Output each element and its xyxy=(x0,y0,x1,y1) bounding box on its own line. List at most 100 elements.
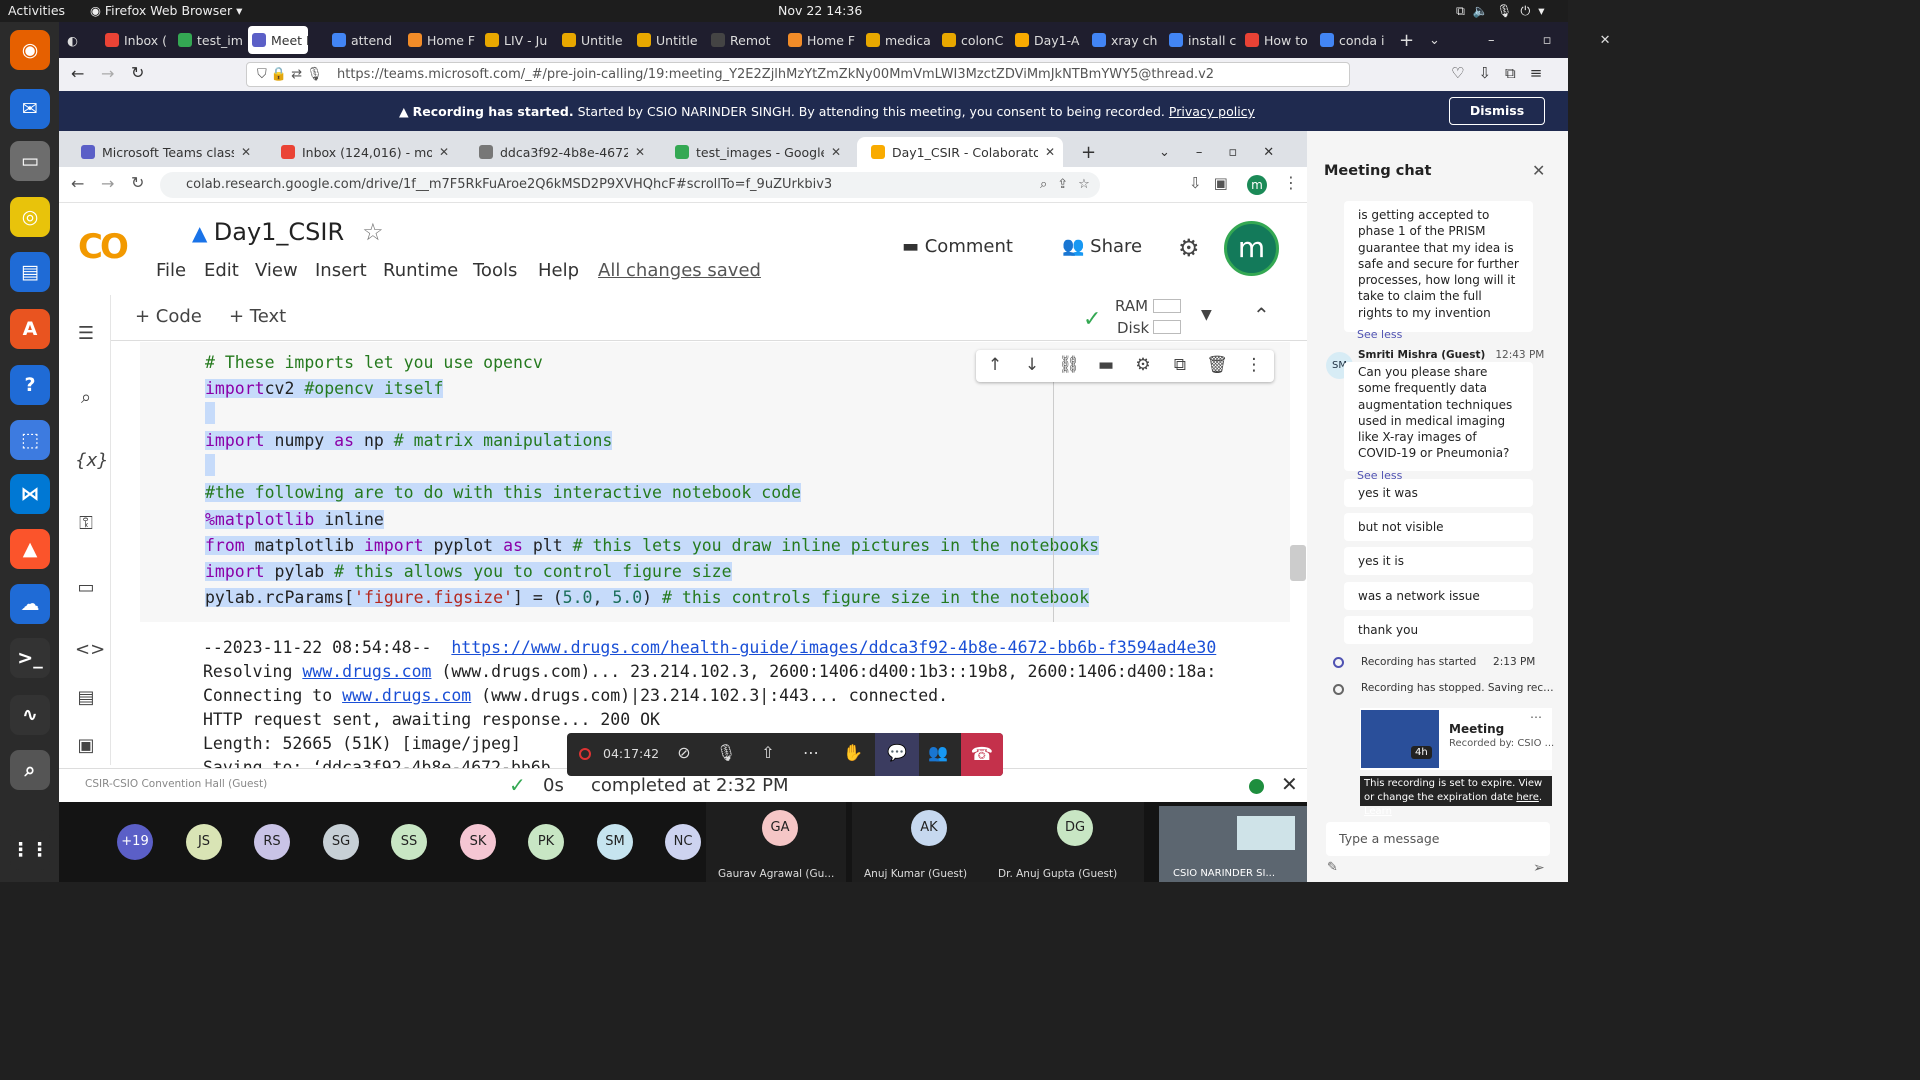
terminal-icon[interactable]: ▣ xyxy=(75,735,97,757)
star-icon[interactable]: ☆ xyxy=(362,218,384,246)
window-controls[interactable]: ⌄ – ▫ ✕ xyxy=(1429,28,1633,52)
app-center-icon[interactable]: A xyxy=(10,309,50,349)
menu-insert[interactable]: Insert xyxy=(315,260,367,281)
command-palette-icon[interactable]: ▤ xyxy=(75,687,97,709)
firefox-icon[interactable]: ◉ xyxy=(10,30,50,70)
participant-tile[interactable]: DG Dr. Anuj Gupta (Guest) xyxy=(998,802,1144,882)
close-tab-icon[interactable]: ✕ xyxy=(439,145,449,159)
chrome-tab[interactable]: test_images - Google Drive ✕ xyxy=(661,137,849,167)
output-link[interactable]: www.drugs.com xyxy=(302,662,431,681)
raise-hand-icon[interactable]: ✋ xyxy=(842,743,864,765)
chrome-tab[interactable]: Microsoft Teams classic ✕ xyxy=(67,137,259,167)
new-tab-icon[interactable]: + xyxy=(1067,137,1096,167)
more-actions-icon[interactable]: ⋯ xyxy=(800,743,822,765)
terminal-icon[interactable]: >_ xyxy=(10,638,50,678)
chrome-tab[interactable]: Day1_CSIR - Colaboratory ✕ xyxy=(857,137,1063,167)
menu-view[interactable]: View xyxy=(255,260,298,281)
mirror-cell-icon[interactable]: ⧉ xyxy=(1169,355,1191,377)
output-link[interactable]: www.drugs.com xyxy=(342,686,471,705)
firefox-tab[interactable]: attend xyxy=(332,28,402,52)
chrome-tab[interactable]: Inbox (124,016) - mohit111¨ ✕ xyxy=(267,137,457,167)
rhythmbox-icon[interactable]: ◎ xyxy=(10,197,50,237)
more-icon[interactable]: ⋯ xyxy=(1530,710,1542,724)
monitor-icon[interactable]: ∿ xyxy=(10,695,50,735)
move-down-icon[interactable]: ↓ xyxy=(1021,355,1043,377)
firefox-tab[interactable]: Untitle xyxy=(637,28,707,52)
close-chat-icon[interactable]: ✕ xyxy=(1532,161,1545,180)
firefox-tab[interactable]: xray ch xyxy=(1092,28,1162,52)
clock[interactable]: Nov 22 14:36 xyxy=(778,3,862,18)
participant-avatar[interactable]: SG xyxy=(323,824,359,860)
gear-icon[interactable]: ⚙ xyxy=(1178,234,1200,262)
reload-icon[interactable]: ↻ xyxy=(131,173,144,192)
colab-logo[interactable]: CO xyxy=(78,227,129,267)
comment-button[interactable]: ▬ Comment xyxy=(902,236,1013,257)
profile-avatar[interactable]: m xyxy=(1247,175,1267,195)
message-input[interactable]: Type a message xyxy=(1326,822,1550,856)
folder-icon[interactable]: ▭ xyxy=(75,577,97,599)
add-text-button[interactable]: + Text xyxy=(229,306,286,327)
menu-runtime[interactable]: Runtime xyxy=(383,260,458,281)
chrome-url-bar[interactable]: colab.research.google.com/drive/1f__m7F5… xyxy=(160,172,1100,198)
collapse-icon[interactable]: ⌃ xyxy=(1253,303,1270,327)
search-icon[interactable]: ⌕ xyxy=(75,387,97,409)
menu-file[interactable]: File xyxy=(156,260,186,281)
screenshot-icon[interactable]: ⬚ xyxy=(10,420,50,460)
scrollbar-thumb[interactable] xyxy=(1290,545,1306,581)
participant-avatar[interactable]: PK xyxy=(528,824,564,860)
vscode-icon[interactable]: ⋈ xyxy=(10,474,50,514)
participant-avatar[interactable]: SS xyxy=(391,824,427,860)
runtime-dropdown-icon[interactable]: ▼ xyxy=(1201,307,1212,323)
recording-thumbnail[interactable] xyxy=(1361,710,1439,768)
firefox-tab[interactable]: Day1-A xyxy=(1015,28,1085,52)
close-tab-icon[interactable]: ✕ xyxy=(1045,145,1055,159)
firefox-tab[interactable]: Home F xyxy=(408,28,478,52)
participant-avatar[interactable]: JS xyxy=(186,824,222,860)
firefox-tab[interactable]: LIV - Ju xyxy=(485,28,555,52)
magnifier-icon[interactable]: ⌕ xyxy=(10,750,50,790)
firefox-tab[interactable]: test_im xyxy=(178,28,248,52)
save-status[interactable]: All changes saved xyxy=(598,260,761,281)
reload-icon[interactable]: ↻ xyxy=(131,63,144,82)
add-code-button[interactable]: + Code xyxy=(135,306,202,327)
menu-edit[interactable]: Edit xyxy=(204,260,239,281)
kebab-menu-icon[interactable]: ⋮ xyxy=(1283,173,1299,192)
activities-button[interactable]: Activities xyxy=(8,3,65,18)
firefox-tab[interactable]: colonC xyxy=(942,28,1012,52)
firefox-tab[interactable]: How to xyxy=(1245,28,1315,52)
dismiss-button[interactable]: Dismiss xyxy=(1449,97,1545,125)
firefox-url-bar[interactable]: ⛉ 🔒 ⇄ 🎙 https://teams.microsoft.com/_#/p… xyxy=(246,62,1350,87)
back-icon[interactable]: ← xyxy=(71,174,84,193)
participant-avatar[interactable]: RS xyxy=(254,824,290,860)
apps-grid-icon[interactable]: ⋮⋮ xyxy=(10,830,50,870)
chrome-toolbar-icons[interactable]: ⇩▣ xyxy=(1189,174,1240,192)
close-tab-icon[interactable]: ✕ xyxy=(831,145,841,159)
firefox-view-icon[interactable]: ◐ xyxy=(67,28,87,52)
key-icon[interactable]: ⚿ xyxy=(75,513,97,535)
ram-meter[interactable] xyxy=(1153,299,1181,313)
code-snippets-icon[interactable]: <> xyxy=(75,639,105,661)
close-icon[interactable]: ✕ xyxy=(1281,772,1298,796)
menu-tools[interactable]: Tools xyxy=(473,260,517,281)
format-icon[interactable]: ✎ xyxy=(1327,860,1338,875)
link-icon[interactable]: ⛓ xyxy=(1058,355,1080,377)
firefox-tab[interactable]: Untitle xyxy=(562,28,632,52)
close-tab-icon[interactable]: ✕ xyxy=(635,145,645,159)
more-icon[interactable]: ⋮ xyxy=(1243,355,1265,377)
participant-tile[interactable]: GA Gaurav Agrawal (Gu... xyxy=(706,802,846,882)
overflow-count[interactable]: +19 xyxy=(117,824,153,860)
system-tray-icons[interactable]: ⧉🔈🎙⏻▾ xyxy=(1456,3,1553,19)
menu-help[interactable]: Help xyxy=(538,260,579,281)
variables-icon[interactable]: {x} xyxy=(75,450,109,472)
firefox-tab[interactable]: Meet PLAYI xyxy=(248,26,308,54)
camera-off-icon[interactable]: ⊘ xyxy=(673,743,695,765)
send-icon[interactable]: ➢ xyxy=(1533,860,1545,876)
remote-icon[interactable]: ☁ xyxy=(10,584,50,624)
firefox-tab[interactable]: medica xyxy=(866,28,936,52)
disk-meter[interactable] xyxy=(1153,320,1181,334)
see-less-link[interactable]: See less xyxy=(1357,327,1519,343)
privacy-policy-link[interactable]: Privacy policy xyxy=(1169,104,1255,119)
hang-up-button[interactable]: ☎ xyxy=(961,733,1003,776)
forward-icon[interactable]: → xyxy=(101,174,114,193)
share-button[interactable]: 👥 Share xyxy=(1062,236,1142,257)
